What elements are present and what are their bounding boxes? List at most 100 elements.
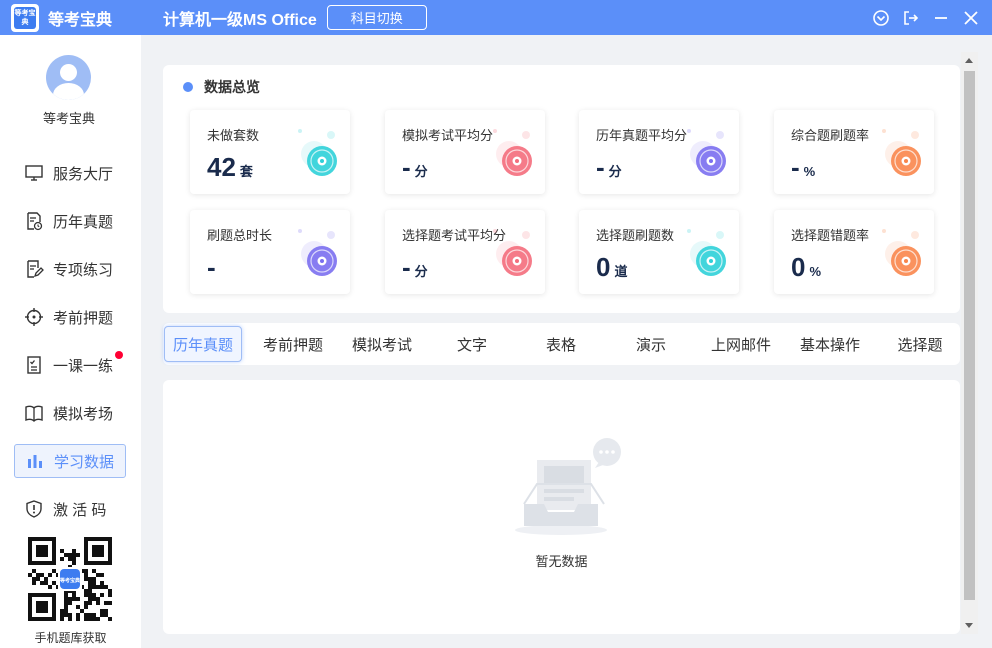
bar-chart-icon — [24, 450, 46, 472]
stat-value: - — [402, 152, 411, 182]
stat-value-group: 0道 — [596, 252, 627, 283]
qr-logo-text: 等考宝典 — [60, 577, 80, 584]
chevron-down-circle-icon[interactable] — [872, 9, 890, 27]
stat-value-group: 42 套 — [207, 152, 253, 183]
sidebar-item-past-exams[interactable]: 历年真题 — [14, 204, 126, 238]
stat-card-comprehensive-rate: 综合题刷题率 -% — [774, 110, 934, 194]
tab-internet-email[interactable]: 上网邮件 — [702, 326, 780, 362]
stat-card-choice-error-rate: 选择题错题率 0% — [774, 210, 934, 294]
shield-icon — [23, 498, 45, 520]
sidebar-item-mock-exam[interactable]: 模拟考场 — [14, 396, 126, 430]
stat-unit: 道 — [614, 264, 628, 279]
logout-icon[interactable] — [902, 9, 920, 27]
content-area: 暂无数据 — [163, 380, 960, 634]
avatar[interactable] — [46, 55, 91, 100]
stat-value-group: -% — [791, 152, 815, 183]
stat-unit: % — [803, 164, 816, 179]
stat-value: - — [402, 252, 411, 282]
stat-label: 选择题错题率 — [791, 228, 870, 243]
stat-unit: 分 — [414, 164, 428, 179]
stat-value: 0 — [791, 252, 806, 282]
disc-decoration-icon — [493, 228, 543, 284]
tab-past-exams[interactable]: 历年真题 — [164, 326, 242, 362]
stat-label: 刷题总时长 — [207, 228, 273, 243]
stat-label: 历年真题平均分 — [596, 128, 688, 143]
edit-document-icon — [23, 258, 45, 280]
stat-card-unfinished-sets: 未做套数 42 套 — [190, 110, 350, 194]
sidebar-item-label: 学习数据 — [54, 453, 115, 471]
stat-value: 42 — [207, 152, 236, 182]
tab-presentation[interactable]: 演示 — [612, 326, 690, 362]
sidebar-item-label: 激 活 码 — [53, 501, 107, 519]
data-overview-panel: 数据总览 未做套数 42 套模拟考试平均分 - 分历年真题平均分 - 分综合题刷题率 -% 刷题… — [163, 65, 960, 313]
sidebar-item-label: 考前押题 — [53, 309, 114, 327]
tab-basic-operations[interactable]: 基本操作 — [791, 326, 869, 362]
username: 等考宝典 — [42, 111, 95, 126]
stat-value-group: - — [207, 252, 220, 283]
sidebar-item-label: 专项练习 — [53, 261, 114, 279]
stat-label: 综合题刷题率 — [791, 128, 870, 143]
vertical-scrollbar[interactable] — [961, 52, 978, 634]
window-controls — [872, 9, 980, 27]
stat-value: - — [207, 252, 216, 282]
scroll-down-icon[interactable] — [965, 623, 973, 628]
sidebar-item-special-practice[interactable]: 专项练习 — [14, 252, 126, 286]
stat-value-group: -分 — [402, 152, 428, 183]
sidebar-item-lesson-practice[interactable]: 一课一练 — [14, 348, 126, 382]
empty-inbox-icon — [515, 436, 625, 541]
subject-title: 计算机一级MS Office — [163, 11, 317, 29]
stat-label: 选择题刷题数 — [596, 228, 675, 243]
stat-label: 选择题考试平均分 — [402, 228, 507, 243]
tab-pre-exam-tips[interactable]: 考前押题 — [254, 326, 332, 362]
scrollbar-thumb[interactable] — [964, 71, 975, 600]
qr-caption: 手机题库获取 — [34, 631, 107, 645]
stat-value-group: 0% — [791, 252, 821, 283]
scroll-up-icon[interactable] — [965, 58, 973, 63]
stat-unit: 分 — [414, 264, 428, 279]
disc-decoration-icon — [882, 228, 932, 284]
sidebar-item-label: 模拟考场 — [53, 405, 114, 423]
stat-card-choice-practice-count: 选择题刷题数 0 道 — [579, 210, 739, 294]
stat-unit: 分 — [608, 164, 622, 179]
sidebar: 等考宝典 服务大厅 历年真题 专项练习 考前押题 一课一练 模拟考场 学习数据 … — [0, 35, 141, 648]
stat-unit: 套 — [239, 164, 253, 179]
sidebar-item-label: 历年真题 — [53, 213, 114, 231]
sidebar-item-label: 一课一练 — [53, 357, 114, 375]
stat-label: 未做套数 — [207, 128, 260, 143]
stat-value-group: -分 — [596, 152, 622, 183]
title-dot-icon — [183, 82, 193, 92]
sidebar-item-service-hall[interactable]: 服务大厅 — [14, 156, 126, 190]
sidebar-item-label: 服务大厅 — [53, 165, 114, 183]
app-logo-mark: 等考宝典 — [14, 6, 36, 29]
app-logo: 等考宝典 — [11, 3, 39, 32]
stat-card-mock-exam-avg: 模拟考试平均分 - 分 — [385, 110, 545, 194]
title-bar: 等考宝典 等考宝典 计算机一级MS Office 科目切换 — [0, 0, 992, 35]
panel-title: 数据总览 — [183, 77, 260, 97]
disc-decoration-icon — [298, 228, 348, 284]
empty-state-text: 暂无数据 — [535, 554, 588, 569]
tab-spreadsheet[interactable]: 表格 — [522, 326, 600, 362]
close-icon[interactable] — [962, 9, 980, 27]
stat-value-group: -分 — [402, 252, 428, 283]
disc-decoration-icon — [687, 228, 737, 284]
sidebar-item-study-data[interactable]: 学习数据 — [14, 444, 126, 478]
disc-decoration-icon — [882, 128, 932, 184]
stat-card-practice-duration: 刷题总时长 - — [190, 210, 350, 294]
crosshair-icon — [23, 306, 45, 328]
tab-multiple-choice[interactable]: 选择题 — [881, 326, 959, 362]
tab-word[interactable]: 文字 — [433, 326, 511, 362]
book-icon — [23, 402, 45, 424]
sidebar-item-pre-exam-tips[interactable]: 考前押题 — [14, 300, 126, 334]
stat-card-past-exams-avg: 历年真题平均分 - 分 — [579, 110, 739, 194]
switch-subject-button[interactable]: 科目切换 — [326, 5, 427, 30]
stat-unit: % — [809, 264, 822, 279]
minimize-icon[interactable] — [932, 9, 950, 27]
document-clock-icon — [23, 210, 45, 232]
notification-badge — [115, 351, 123, 359]
stat-value: - — [791, 152, 800, 182]
disc-decoration-icon — [298, 128, 348, 184]
tab-mock-exam[interactable]: 模拟考试 — [343, 326, 421, 362]
sidebar-item-activation-code[interactable]: 激 活 码 — [14, 492, 126, 526]
app-brand: 等考宝典 — [48, 11, 113, 29]
qr-code: 等考宝典 — [28, 537, 112, 621]
